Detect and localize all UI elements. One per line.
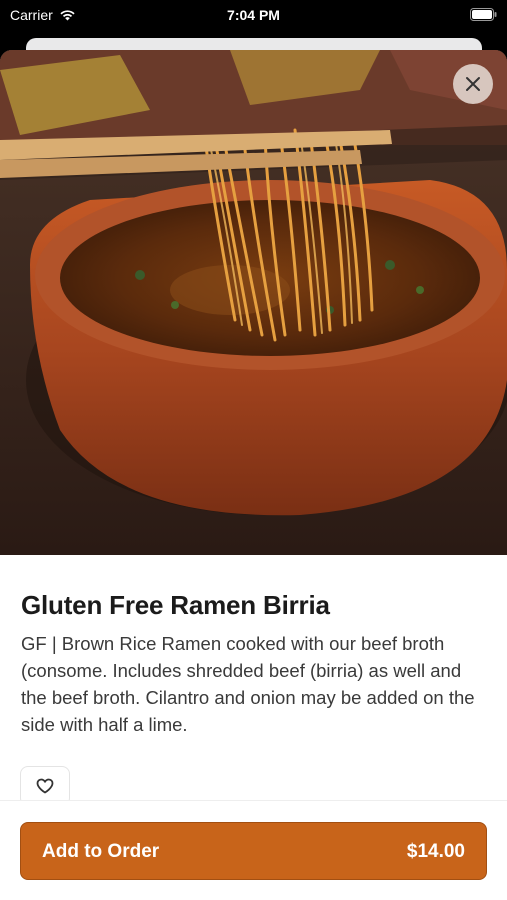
bottom-action-bar: Add to Order $14.00 xyxy=(0,800,507,900)
item-photo xyxy=(0,50,507,555)
item-description: GF | Brown Rice Ramen cooked with our be… xyxy=(21,633,475,735)
add-to-order-button[interactable]: Add to Order $14.00 xyxy=(20,822,487,880)
close-button[interactable] xyxy=(453,64,493,104)
heart-icon xyxy=(36,778,54,794)
item-title: Gluten Free Ramen Birria xyxy=(21,590,330,620)
close-icon xyxy=(466,77,480,91)
item-detail-sheet: Gluten Free Ramen Birria GF | Brown Rice… xyxy=(0,50,507,900)
status-bar: Carrier 7:04 PM xyxy=(0,0,507,30)
status-time: 7:04 PM xyxy=(227,7,280,23)
add-to-order-label: Add to Order xyxy=(42,841,160,862)
battery-icon xyxy=(470,8,497,24)
item-price: $14.00 xyxy=(406,841,465,862)
